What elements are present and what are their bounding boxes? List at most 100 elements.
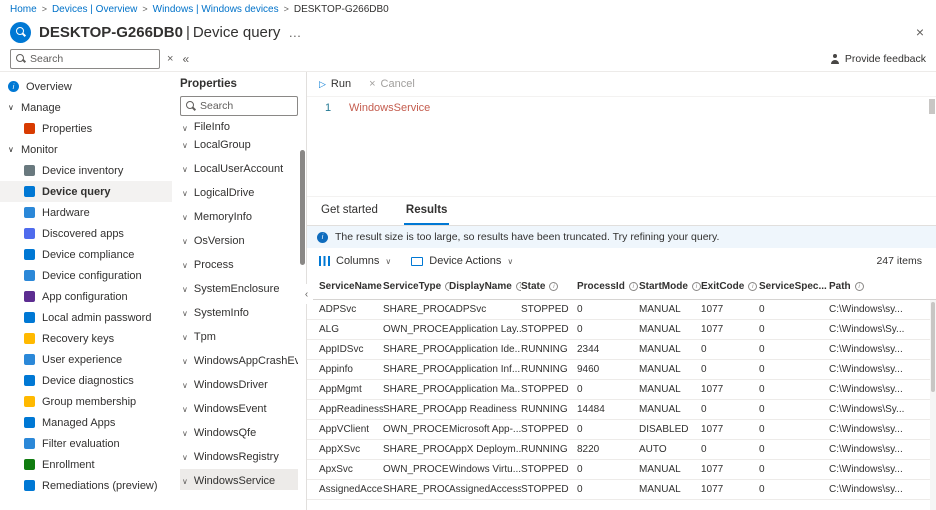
table-row[interactable]: ALG OWN_PROCESS Application Lay... STOPP… bbox=[307, 320, 936, 340]
table-row[interactable]: AppMgmt SHARE_PROCESS Application Ma... … bbox=[307, 380, 936, 400]
sidebar-item[interactable]: ∨ Device diagnostics bbox=[0, 370, 172, 391]
cancel-button[interactable]: × Cancel bbox=[369, 78, 415, 90]
collapse-menu-button[interactable]: « bbox=[182, 52, 189, 66]
property-entity-label: WindowsService bbox=[194, 475, 275, 487]
sidebar-item[interactable]: ∨ Group membership bbox=[0, 391, 172, 412]
info-icon: i bbox=[855, 282, 864, 291]
hardware-icon bbox=[24, 207, 35, 218]
breadcrumb-link[interactable]: DESKTOP-G266DB0 bbox=[294, 4, 389, 15]
sidebar-item[interactable]: ∨ Device inventory bbox=[0, 160, 172, 181]
column-header[interactable]: ServiceSpec... i bbox=[759, 281, 829, 292]
cell-service-spec: 0 bbox=[759, 464, 829, 475]
property-entity[interactable]: ∨ WindowsQfe bbox=[180, 421, 298, 445]
column-header[interactable]: StartMode i bbox=[639, 281, 701, 292]
collapse-panel-button[interactable]: ‹ bbox=[300, 284, 313, 304]
column-header[interactable]: Path i bbox=[829, 281, 936, 292]
cell-path: C:\Windows\sy... bbox=[829, 344, 936, 355]
breadcrumb-link[interactable]: Home bbox=[10, 4, 37, 15]
property-entity[interactable]: ∨ WindowsService bbox=[180, 469, 298, 490]
breadcrumb-separator: > bbox=[42, 4, 47, 14]
table-row[interactable]: AssignedAccess... SHARE_PROCESS Assigned… bbox=[307, 480, 936, 500]
table-row[interactable]: AppXSvc SHARE_PROCESS AppX Deploym... RU… bbox=[307, 440, 936, 460]
property-entity-label: Process bbox=[194, 259, 234, 271]
title-separator: | bbox=[186, 24, 190, 41]
property-entity[interactable]: ∨ LocalUserAccount bbox=[180, 157, 298, 181]
property-entity[interactable]: ∨ WindowsRegistry bbox=[180, 445, 298, 469]
column-header[interactable]: ServiceType i bbox=[383, 281, 449, 292]
sidebar-item[interactable]: ∨ i Overview bbox=[0, 76, 172, 97]
properties-search-input[interactable] bbox=[200, 100, 292, 112]
close-button[interactable]: × bbox=[916, 24, 926, 40]
table-row[interactable]: ApxSvc OWN_PROCESS Windows Virtu... STOP… bbox=[307, 460, 936, 480]
property-entity[interactable]: ∨ WindowsAppCrashEvent bbox=[180, 349, 298, 373]
cell-service-type: OWN_PROCESS bbox=[383, 464, 449, 475]
table-row[interactable]: AppReadiness SHARE_PROCESS App Readiness… bbox=[307, 400, 936, 420]
sidebar-item[interactable]: ∨ Filter evaluation bbox=[0, 433, 172, 454]
cell-start-mode: MANUAL bbox=[639, 404, 701, 415]
column-header[interactable]: ServiceName i bbox=[307, 281, 383, 292]
feedback-label: Provide feedback bbox=[845, 53, 926, 65]
tab[interactable]: Get started bbox=[319, 197, 380, 225]
sidebar-item[interactable]: ∨ App configuration bbox=[0, 286, 172, 307]
scrollbar[interactable] bbox=[930, 300, 936, 510]
sidebar-item-label: Device inventory bbox=[42, 165, 123, 177]
chevron-down-icon: ∨ bbox=[182, 357, 188, 366]
column-header[interactable]: ProcessId i bbox=[577, 281, 639, 292]
search-input[interactable] bbox=[30, 53, 154, 65]
sidebar-item[interactable]: ∨ Device configuration bbox=[0, 265, 172, 286]
breadcrumb-link[interactable]: Windows | Windows devices bbox=[153, 4, 279, 15]
property-entity[interactable]: ∨ Tpm bbox=[180, 325, 298, 349]
tab[interactable]: Results bbox=[404, 197, 450, 225]
device-actions-button[interactable]: Device Actions ∨ bbox=[411, 255, 513, 267]
table-row[interactable]: AppVClient OWN_PROCESS Microsoft App-...… bbox=[307, 420, 936, 440]
sidebar-item[interactable]: ∨ Device query bbox=[0, 181, 172, 202]
sidebar-item[interactable]: ∨ Managed Apps bbox=[0, 412, 172, 433]
sidebar-item[interactable]: ∨ Enrollment bbox=[0, 454, 172, 475]
scrollbar-thumb[interactable] bbox=[300, 150, 305, 265]
search-icon bbox=[186, 101, 196, 111]
column-header[interactable]: State i bbox=[521, 281, 577, 292]
sidebar-item[interactable]: ∨ Device compliance bbox=[0, 244, 172, 265]
column-header[interactable]: DisplayName i bbox=[449, 281, 521, 292]
sidebar-item[interactable]: ∨ Discovered apps bbox=[0, 223, 172, 244]
sidebar-item[interactable]: ∨ Monitor bbox=[0, 139, 172, 160]
cell-service-type: SHARE_PROCESS bbox=[383, 304, 449, 315]
query-editor[interactable]: 1 WindowsService bbox=[307, 96, 936, 196]
more-menu-button[interactable]: … bbox=[288, 25, 302, 40]
sidebar-item[interactable]: ∨ Hardware bbox=[0, 202, 172, 223]
scrollbar-thumb[interactable] bbox=[929, 99, 935, 114]
run-button[interactable]: ▷ Run bbox=[319, 78, 351, 90]
property-entity[interactable]: ∨ FileInfo bbox=[180, 120, 298, 133]
provide-feedback-link[interactable]: Provide feedback bbox=[830, 53, 926, 65]
cell-service-type: SHARE_PROCESS bbox=[383, 404, 449, 415]
sidebar-item[interactable]: ∨ Recovery keys bbox=[0, 328, 172, 349]
property-entity[interactable]: ∨ LocalGroup bbox=[180, 133, 298, 157]
sidebar-item[interactable]: ∨ User experience bbox=[0, 349, 172, 370]
top-toolbar: × « Provide feedback bbox=[0, 46, 936, 72]
property-entity[interactable]: ∨ WindowsDriver bbox=[180, 373, 298, 397]
clear-search-button[interactable]: × bbox=[167, 53, 173, 65]
property-entity[interactable]: ∨ MemoryInfo bbox=[180, 205, 298, 229]
sidebar-item[interactable]: ∨ Properties bbox=[0, 118, 172, 139]
remediations-icon bbox=[24, 480, 35, 491]
property-entity[interactable]: ∨ OsVersion bbox=[180, 229, 298, 253]
column-label: Path bbox=[829, 281, 851, 292]
columns-button[interactable]: Columns ∨ bbox=[319, 255, 391, 267]
sidebar-item-label: Device configuration bbox=[42, 270, 142, 282]
breadcrumb-link[interactable]: Devices | Overview bbox=[52, 4, 137, 15]
sidebar-item[interactable]: ∨ Manage bbox=[0, 97, 172, 118]
sidebar-item[interactable]: ∨ Remediations (preview) bbox=[0, 475, 172, 496]
compliance-icon bbox=[24, 249, 35, 260]
table-row[interactable]: AppIDSvc SHARE_PROCESS Application Ide..… bbox=[307, 340, 936, 360]
property-entity[interactable]: ∨ LogicalDrive bbox=[180, 181, 298, 205]
property-entity[interactable]: ∨ Process bbox=[180, 253, 298, 277]
sidebar-item[interactable]: ∨ Local admin password bbox=[0, 307, 172, 328]
property-entity[interactable]: ∨ SystemEnclosure bbox=[180, 277, 298, 301]
table-row[interactable]: Appinfo SHARE_PROCESS Application Inf...… bbox=[307, 360, 936, 380]
chevron-down-icon: ∨ bbox=[507, 257, 513, 266]
table-row[interactable]: ADPSvc SHARE_PROCESS ADPSvc STOPPED 0 MA… bbox=[307, 300, 936, 320]
column-header[interactable]: ExitCode i bbox=[701, 281, 759, 292]
property-entity[interactable]: ∨ SystemInfo bbox=[180, 301, 298, 325]
property-entity[interactable]: ∨ WindowsEvent bbox=[180, 397, 298, 421]
breadcrumb-item: Devices | Overview > bbox=[52, 4, 153, 15]
